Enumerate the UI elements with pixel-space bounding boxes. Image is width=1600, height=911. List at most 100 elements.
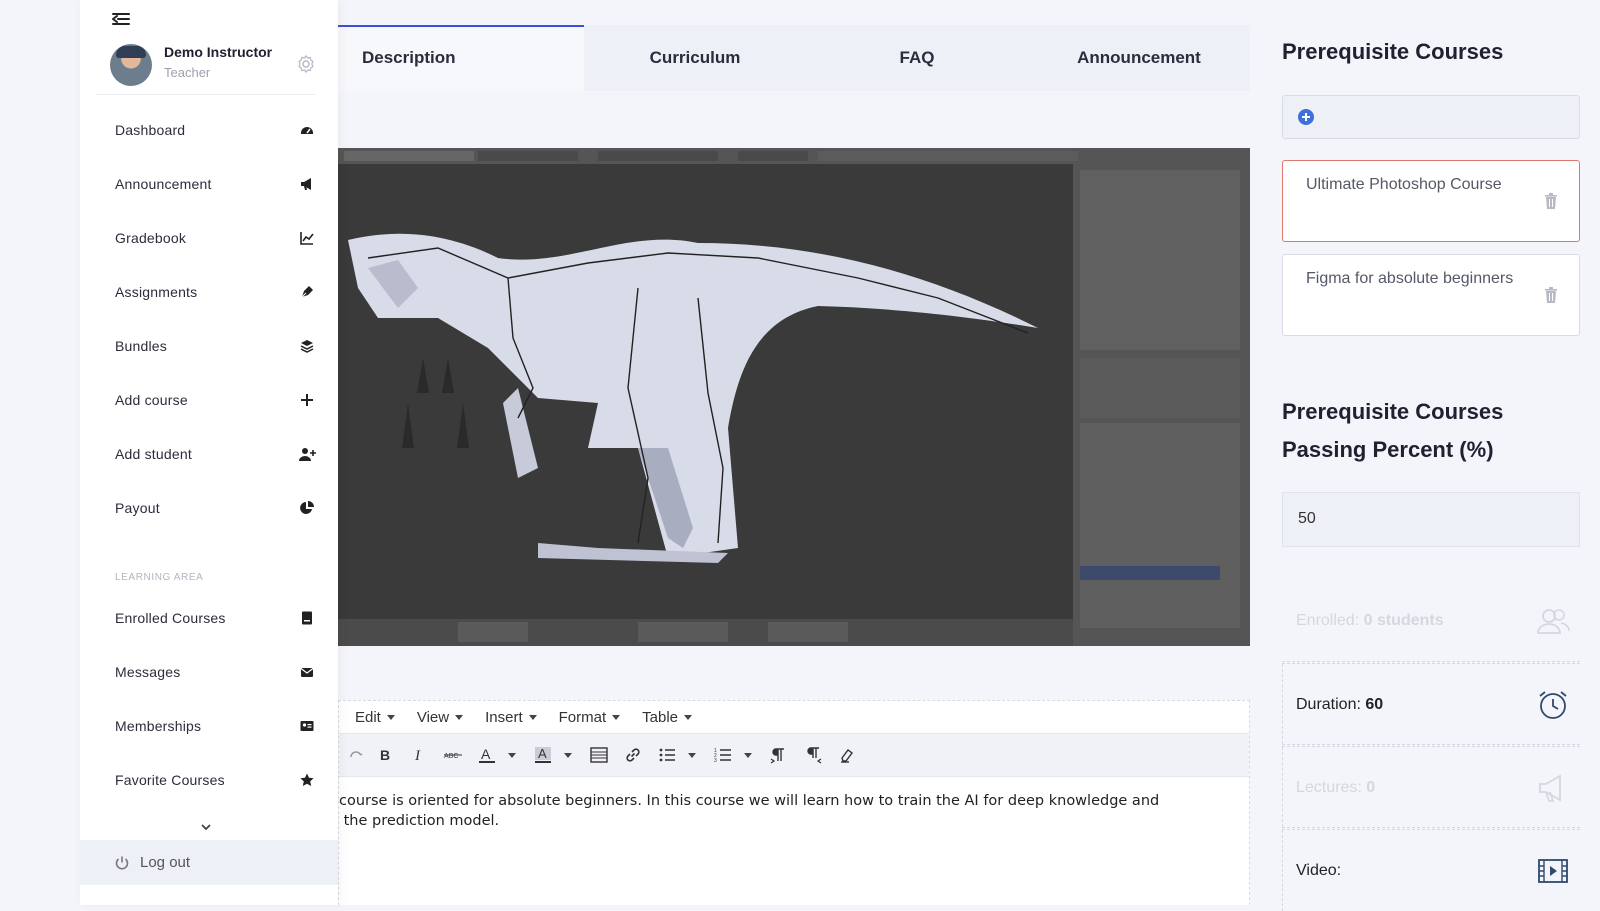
stat-label: Enrolled: xyxy=(1296,612,1360,629)
sidebar-item-enrolled-courses[interactable]: Enrolled Courses xyxy=(115,603,315,633)
envelope-icon xyxy=(299,664,315,680)
strikethrough-icon[interactable]: ABC xyxy=(439,741,467,769)
menu-format[interactable]: Format xyxy=(559,709,621,726)
pie-chart-icon xyxy=(299,500,315,516)
add-circle-icon[interactable] xyxy=(1297,108,1315,126)
description-editor: Edit View Insert Format Table B I ABC A … xyxy=(338,700,1250,905)
bullet-list-dropdown[interactable] xyxy=(687,741,697,769)
sidebar-item-label: Assignments xyxy=(115,284,198,300)
trash-icon[interactable] xyxy=(1543,286,1559,304)
stat-duration: Duration: 60 xyxy=(1282,663,1580,745)
sidebar-item-add-student[interactable]: Add student xyxy=(115,439,316,469)
menu-view[interactable]: View xyxy=(417,709,463,726)
tab-faq[interactable]: FAQ xyxy=(806,25,1028,91)
stat-label: Lectures: xyxy=(1296,779,1362,796)
stat-lectures: Lectures: 0 xyxy=(1282,746,1580,828)
numbered-list-dropdown[interactable] xyxy=(743,741,753,769)
passing-percent-heading: Prerequisite Courses Passing Percent (%) xyxy=(1282,393,1503,469)
numbered-list-icon[interactable]: 123 xyxy=(709,741,737,769)
sidebar-item-bundles[interactable]: Bundles xyxy=(115,331,315,361)
stat-divider xyxy=(1282,747,1283,827)
prerequisite-heading: Prerequisite Courses xyxy=(1282,39,1504,64)
profile-name: Demo Instructor xyxy=(164,44,273,60)
course-tabs: Description Curriculum FAQ Announcement xyxy=(338,25,1250,91)
sidebar-item-add-course[interactable]: Add course xyxy=(115,385,315,415)
book-icon xyxy=(299,610,315,626)
sidebar-item-payout[interactable]: Payout xyxy=(115,493,315,523)
redo-icon[interactable] xyxy=(349,741,365,769)
id-card-icon xyxy=(299,718,315,734)
alarm-clock-icon xyxy=(1536,688,1570,722)
svg-text:B: B xyxy=(380,747,390,763)
prerequisite-course-card[interactable]: Figma for absolute beginners xyxy=(1282,254,1580,336)
sidebar-item-gradebook[interactable]: Gradebook xyxy=(115,223,315,253)
sidebar-item-label: Payout xyxy=(115,500,160,516)
sidebar-item-label: Enrolled Courses xyxy=(115,610,226,626)
link-icon[interactable] xyxy=(619,741,647,769)
course-settings-panel: Prerequisite Courses Ultimate Photoshop … xyxy=(1282,0,1582,911)
sidebar-item-label: Bundles xyxy=(115,338,167,354)
stat-value: 60 xyxy=(1365,696,1384,713)
tab-curriculum[interactable]: Curriculum xyxy=(584,25,806,91)
menu-insert[interactable]: Insert xyxy=(485,709,537,726)
tab-announcement[interactable]: Announcement xyxy=(1028,25,1250,91)
bullet-list-icon[interactable] xyxy=(653,741,681,769)
collapse-menu-icon[interactable] xyxy=(110,8,132,30)
stat-duration-text: Duration: 60 xyxy=(1296,696,1383,714)
menu-edit[interactable]: Edit xyxy=(355,709,395,726)
svg-text:A: A xyxy=(538,746,547,761)
stat-video-text: Video: xyxy=(1296,862,1341,880)
sidebar-item-announcement[interactable]: Announcement xyxy=(115,169,315,199)
user-plus-icon xyxy=(299,446,316,462)
stat-label: Duration: xyxy=(1296,696,1361,713)
chevron-down-icon[interactable] xyxy=(199,820,213,834)
section-label-learning-area: LEARNING AREA xyxy=(115,572,204,583)
sidebar-item-dashboard[interactable]: Dashboard xyxy=(115,115,315,145)
power-icon xyxy=(114,855,130,871)
text-color-dropdown[interactable] xyxy=(507,741,517,769)
sidebar-item-label: Dashboard xyxy=(115,122,186,138)
italic-icon[interactable]: I xyxy=(405,741,433,769)
chart-line-icon xyxy=(299,230,315,246)
editor-text-line: the prediction model. xyxy=(339,813,500,829)
trash-icon[interactable] xyxy=(1543,192,1559,210)
prerequisite-course-title: Figma for absolute beginners xyxy=(1306,270,1514,287)
sidebar-item-assignments[interactable]: Assignments xyxy=(115,277,315,307)
video-icon xyxy=(1536,854,1570,888)
rtl-icon[interactable] xyxy=(799,741,827,769)
editor-menubar: Edit View Insert Format Table xyxy=(339,701,1249,733)
passing-percent-input[interactable]: 50 xyxy=(1282,492,1580,547)
svg-text:ABC: ABC xyxy=(444,753,458,760)
stat-label: Video: xyxy=(1296,862,1342,879)
editor-content[interactable]: course is oriented for absolute beginner… xyxy=(339,777,1249,831)
avatar[interactable] xyxy=(110,44,152,86)
sidebar-item-label: Memberships xyxy=(115,718,202,734)
text-color-icon[interactable]: A xyxy=(473,741,501,769)
profile-card: Demo Instructor Teacher xyxy=(98,40,400,94)
sidebar-item-favorite-courses[interactable]: Favorite Courses xyxy=(115,765,315,795)
add-prerequisite-field[interactable] xyxy=(1282,95,1580,139)
sidebar: Demo Instructor Teacher Dashboard Announ… xyxy=(80,0,338,905)
bold-icon[interactable]: B xyxy=(371,741,399,769)
sidebar-item-label: Add course xyxy=(115,392,188,408)
plus-icon xyxy=(299,392,315,408)
passing-percent-heading-line: Passing Percent (%) xyxy=(1282,437,1494,462)
ltr-icon[interactable] xyxy=(765,741,793,769)
sidebar-item-memberships[interactable]: Memberships xyxy=(115,711,315,741)
stat-divider xyxy=(1282,830,1283,911)
dinosaur-rig-illustration xyxy=(338,148,1250,646)
horizontal-rule-icon[interactable] xyxy=(585,741,613,769)
sidebar-item-messages[interactable]: Messages xyxy=(115,657,315,687)
background-color-dropdown[interactable] xyxy=(563,741,573,769)
course-thumbnail-image xyxy=(338,148,1250,646)
logout-button[interactable]: Log out xyxy=(80,840,338,885)
prerequisite-course-card[interactable]: Ultimate Photoshop Course xyxy=(1282,160,1580,242)
background-color-icon[interactable]: A xyxy=(529,741,557,769)
stat-video: Video: xyxy=(1282,829,1580,911)
passing-percent-heading-line: Prerequisite Courses xyxy=(1282,399,1504,424)
stat-value: 0 students xyxy=(1363,612,1444,629)
gear-icon[interactable] xyxy=(296,54,316,74)
clear-format-icon[interactable] xyxy=(833,741,861,769)
menu-table[interactable]: Table xyxy=(642,709,692,726)
editor-text-line: course is oriented for absolute beginner… xyxy=(339,793,1160,809)
